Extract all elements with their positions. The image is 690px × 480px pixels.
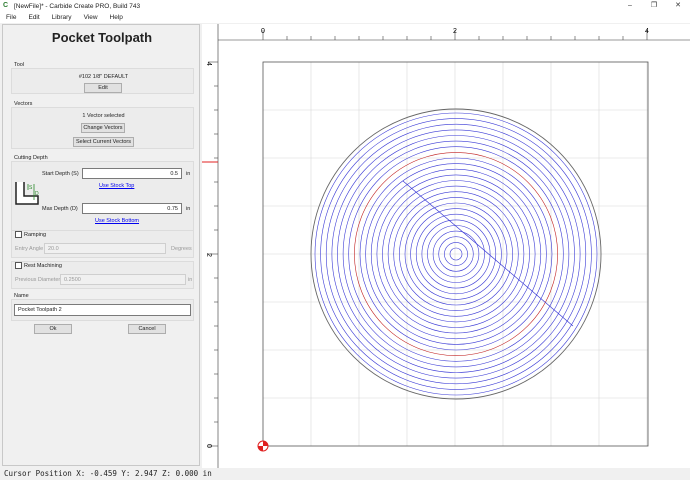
ramping-checkbox[interactable]	[15, 231, 22, 238]
tool-group: #102 1/8" DEFAULT Edit	[11, 68, 194, 94]
menu-edit[interactable]: Edit	[22, 14, 45, 21]
name-group: Pocket Toolpath 2	[11, 299, 194, 321]
top-ruler-label-0: 0	[261, 28, 265, 35]
ramping-group: Ramping Entry Angle 20.0 Degrees	[11, 230, 194, 258]
design-canvas-viewport[interactable]: 0 2 4 4 2 0	[202, 24, 690, 468]
menu-file[interactable]: File	[0, 14, 22, 21]
toolpath-link-line	[402, 180, 574, 327]
left-ruler-label-4: 4	[205, 62, 212, 66]
rest-machining-group: Rest Machining Previous Diameter 0.2500 …	[11, 261, 194, 289]
ok-button[interactable]: Ok	[34, 324, 72, 334]
start-depth-input[interactable]: 0.5	[82, 168, 182, 179]
use-stock-top-link[interactable]: Use Stock Top	[99, 183, 134, 189]
ramping-label: Ramping	[24, 232, 47, 238]
tool-name: #102 1/8" DEFAULT	[78, 74, 129, 80]
left-ruler	[202, 24, 218, 468]
toolpath-name-input[interactable]: Pocket Toolpath 2	[14, 304, 191, 316]
start-depth-label: Start Depth (S)	[42, 171, 79, 177]
vector-selection-count: 1 Vector selected	[82, 113, 125, 119]
previous-diameter-input[interactable]: 0.2500	[60, 274, 186, 285]
menu-bar: File Edit Library View Help	[0, 12, 690, 23]
minimize-button[interactable]: –	[618, 0, 642, 12]
start-depth-unit: in	[186, 171, 191, 177]
status-bar: Cursor Position X: -0.459 Y: 2.947 Z: 0.…	[0, 468, 690, 480]
use-stock-bottom-link[interactable]: Use Stock Bottom	[95, 218, 139, 224]
toolpath-panel: Pocket Toolpath Tool #102 1/8" DEFAULT E…	[2, 24, 200, 466]
origin-marker-icon	[257, 440, 269, 452]
left-ruler-label-0: 0	[205, 444, 212, 448]
close-button[interactable]: ✕	[666, 0, 690, 12]
max-depth-label: Max Depth (D)	[42, 206, 78, 212]
menu-view[interactable]: View	[78, 14, 104, 21]
maximize-button[interactable]: ❐	[642, 0, 666, 12]
rest-machining-label: Rest Machining	[24, 263, 62, 269]
entry-angle-label: Entry Angle	[15, 246, 44, 252]
entry-angle-unit: Degrees	[171, 246, 192, 252]
entry-angle-input[interactable]: 20.0	[44, 243, 166, 254]
panel-title: Pocket Toolpath	[51, 30, 153, 45]
edit-tool-button[interactable]: Edit	[84, 83, 122, 93]
depth-diagram-icon: S D	[15, 182, 39, 205]
carbide-logo-icon: C	[3, 2, 9, 9]
diagram-s-label: S	[29, 185, 33, 191]
title-bar: C [NewFile]* - Carbide Create PRO, Build…	[0, 0, 690, 12]
left-ruler-label-2: 2	[205, 253, 212, 257]
change-vectors-button[interactable]: Change Vectors	[81, 123, 125, 133]
top-ruler	[202, 24, 690, 40]
menu-library[interactable]: Library	[46, 14, 78, 21]
diagram-d-label: D	[35, 191, 39, 197]
max-depth-unit: in	[186, 206, 191, 212]
top-ruler-label-2: 2	[453, 28, 457, 35]
window-title: [NewFile]* - Carbide Create PRO, Build 7…	[14, 2, 141, 10]
cancel-button[interactable]: Cancel	[128, 324, 166, 334]
rest-machining-checkbox[interactable]	[15, 262, 22, 269]
design-canvas[interactable]: 0 2 4 4 2 0	[202, 24, 690, 468]
menu-help[interactable]: Help	[104, 14, 129, 21]
max-depth-input[interactable]: 0.75	[82, 203, 182, 214]
select-current-vectors-button[interactable]: Select Current Vectors	[73, 137, 134, 147]
top-ruler-label-4: 4	[645, 28, 649, 35]
previous-diameter-unit: in	[188, 277, 193, 283]
previous-diameter-label: Previous Diameter	[15, 277, 61, 283]
vectors-group: 1 Vector selected Change Vectors Select …	[11, 107, 194, 149]
